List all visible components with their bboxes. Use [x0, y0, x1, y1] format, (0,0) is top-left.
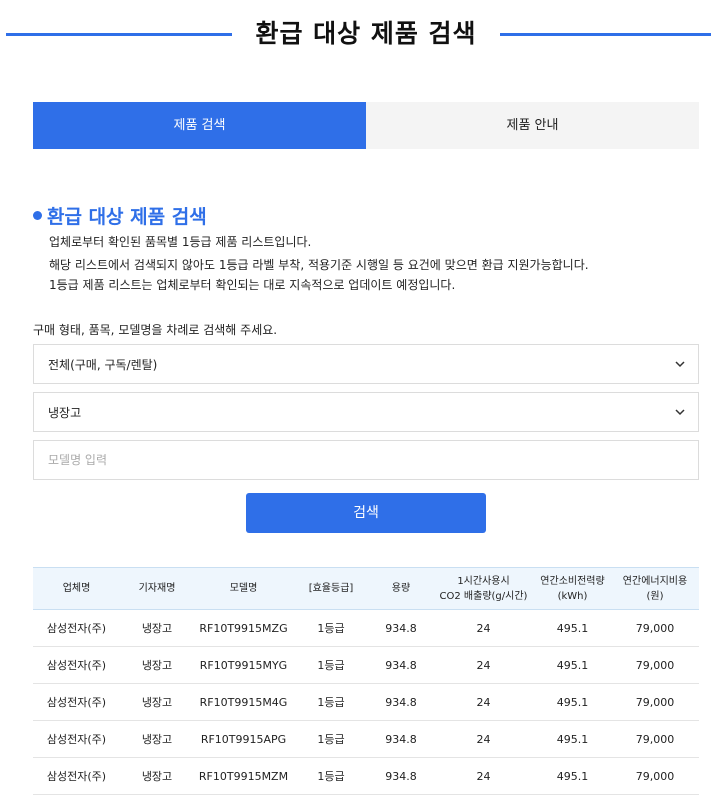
search-instruction: 구매 형태, 품목, 모델명을 차례로 검색해 주세요.	[33, 323, 278, 337]
purchase-type-value: 전체(구매, 구독/렌탈)	[48, 357, 158, 372]
column-header-text: 기자재명	[138, 583, 176, 594]
tab-product-guide[interactable]: 제품 안내	[366, 102, 699, 149]
table-cell: 24	[433, 720, 534, 758]
category-value: 냉장고	[48, 405, 82, 420]
column-header: 연간소비전력량 (kWh)	[534, 567, 611, 610]
table-body: 삼성전자(주) 냉장고 RF10T9915MZG 1등급 934.8 24 495.1 79,…	[33, 609, 699, 795]
table-cell: 냉장고	[120, 646, 194, 684]
column-header-text: CO2 배출량(g/시간)	[439, 590, 528, 602]
table-cell: 495.1	[534, 646, 611, 684]
table-cell: 냉장고	[120, 720, 194, 758]
table-cell: 495.1	[534, 683, 611, 721]
column-header: 모델명	[194, 567, 293, 610]
column-header-text: 1시간사용시	[457, 575, 510, 587]
table-cell: 934.8	[369, 720, 433, 758]
results-table: 업체명 기자재명 모델명 [효율등급] 용량 1시간사용시 CO2 배출량(g/시간) 연간소…	[33, 567, 699, 795]
table-cell: 삼성전자(주)	[33, 609, 120, 647]
table-row: 삼성전자(주) 냉장고 RF10T9915M4G 1등급 934.8 24 495.1 79,…	[33, 683, 699, 721]
table-cell: 삼성전자(주)	[33, 757, 120, 795]
column-header: 기자재명	[120, 567, 194, 610]
model-name-input[interactable]	[48, 441, 698, 479]
column-header-text: 용량	[391, 583, 411, 594]
table-cell: RF10T9915MZM	[194, 757, 293, 795]
table-cell: 79,000	[611, 720, 699, 758]
description-line: 업체로부터 확인된 품목별 1등급 제품 리스트입니다.	[49, 235, 312, 249]
column-header: 용량	[369, 567, 433, 610]
column-header: 1시간사용시 CO2 배출량(g/시간)	[433, 567, 534, 610]
model-name-field	[33, 440, 699, 480]
page-header: 환급 대상 제품 검색	[0, 0, 711, 70]
table-cell: 1등급	[293, 609, 369, 647]
column-header-text: 연간소비전력량	[540, 575, 605, 587]
search-button[interactable]: 검색	[246, 493, 486, 533]
title-divider-right	[500, 33, 711, 36]
section-title: 환급 대상 제품 검색	[47, 206, 207, 228]
table-cell: 냉장고	[120, 757, 194, 795]
table-cell: 79,000	[611, 609, 699, 647]
table-header-row: 업체명 기자재명 모델명 [효율등급] 용량 1시간사용시 CO2 배출량(g/시간) 연간소…	[33, 567, 699, 610]
table-cell: 24	[433, 609, 534, 647]
table-cell: RF10T9915APG	[194, 720, 293, 758]
chevron-down-icon	[675, 361, 685, 368]
table-cell: 냉장고	[120, 683, 194, 721]
table-row: 삼성전자(주) 냉장고 RF10T9915MZG 1등급 934.8 24 495.1 79,…	[33, 609, 699, 647]
column-header-text: (원)	[646, 590, 664, 602]
table-cell: 1등급	[293, 646, 369, 684]
table-cell: 1등급	[293, 757, 369, 795]
table-cell: 495.1	[534, 609, 611, 647]
table-cell: RF10T9915MZG	[194, 609, 293, 647]
table-cell: 24	[433, 646, 534, 684]
table-cell: 냉장고	[120, 609, 194, 647]
description-line: 1등급 제품 리스트는 업체로부터 확인되는 대로 지속적으로 업데이트 예정입…	[49, 278, 456, 292]
table-cell: 1등급	[293, 683, 369, 721]
table-cell: 934.8	[369, 646, 433, 684]
table-row: 삼성전자(주) 냉장고 RF10T9915APG 1등급 934.8 24 495.1 79,…	[33, 720, 699, 758]
table-cell: 934.8	[369, 683, 433, 721]
category-select[interactable]: 냉장고	[33, 392, 699, 432]
table-cell: RF10T9915M4G	[194, 683, 293, 721]
title-divider-left	[6, 33, 232, 36]
table-cell: RF10T9915MYG	[194, 646, 293, 684]
table-row: 삼성전자(주) 냉장고 RF10T9915MZM 1등급 934.8 24 495.1 79,…	[33, 757, 699, 795]
chevron-down-icon	[675, 409, 685, 416]
column-header: 업체명	[33, 567, 120, 610]
bullet-icon	[33, 211, 42, 220]
column-header-text: 모델명	[229, 583, 258, 594]
tab-bar: 제품 검색 제품 안내	[33, 102, 699, 149]
table-cell: 삼성전자(주)	[33, 720, 120, 758]
column-header-text: 업체명	[62, 583, 91, 594]
column-header-text: [효율등급]	[308, 583, 354, 594]
column-header-text: (kWh)	[557, 590, 588, 602]
tab-product-search[interactable]: 제품 검색	[33, 102, 366, 149]
column-header-text: 연간에너지비용	[622, 575, 688, 587]
table-cell: 24	[433, 757, 534, 795]
table-cell: 934.8	[369, 609, 433, 647]
section-header: 환급 대상 제품 검색	[33, 202, 207, 229]
table-cell: 24	[433, 683, 534, 721]
table-cell: 1등급	[293, 720, 369, 758]
table-cell: 79,000	[611, 683, 699, 721]
purchase-type-select[interactable]: 전체(구매, 구독/렌탈)	[33, 344, 699, 384]
table-cell: 79,000	[611, 757, 699, 795]
column-header: 연간에너지비용 (원)	[611, 567, 699, 610]
table-cell: 934.8	[369, 757, 433, 795]
column-header: [효율등급]	[293, 567, 369, 610]
table-cell: 79,000	[611, 646, 699, 684]
table-row: 삼성전자(주) 냉장고 RF10T9915MYG 1등급 934.8 24 495.1 79,…	[33, 646, 699, 684]
table-cell: 495.1	[534, 757, 611, 795]
table-cell: 삼성전자(주)	[33, 646, 120, 684]
page-title: 환급 대상 제품 검색	[255, 19, 477, 48]
table-cell: 495.1	[534, 720, 611, 758]
description-line: 해당 리스트에서 검색되지 않아도 1등급 라벨 부착, 적용기준 시행일 등 …	[49, 258, 589, 272]
table-cell: 삼성전자(주)	[33, 683, 120, 721]
